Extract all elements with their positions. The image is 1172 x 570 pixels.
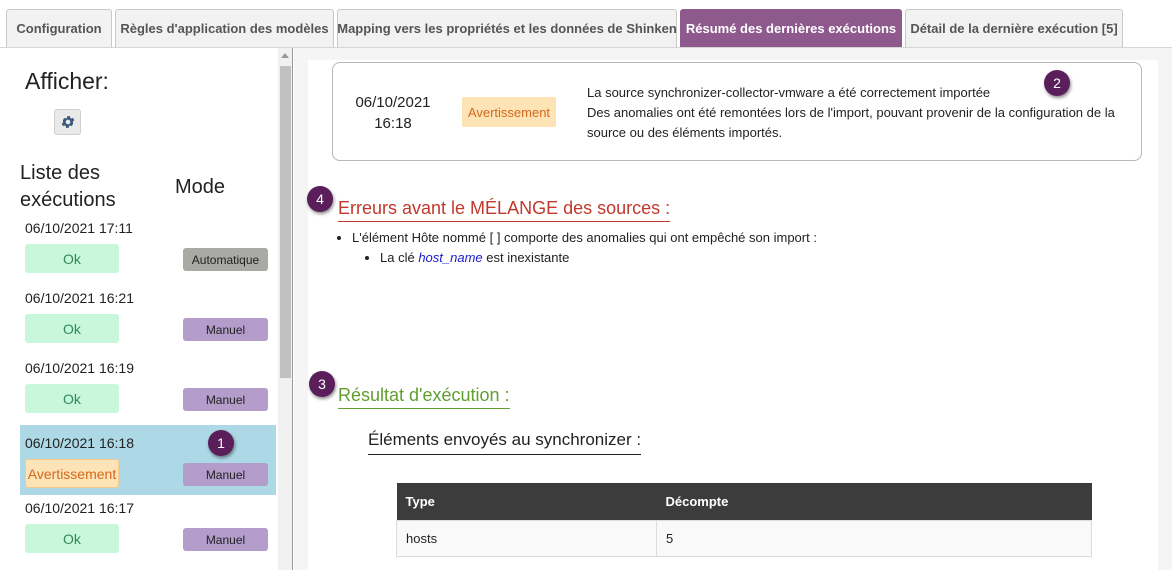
run-date: 06/10/2021 16:21 <box>25 290 134 306</box>
table-cell-type: hosts <box>396 519 657 557</box>
tab-model-rules[interactable]: Règles d'application des modèles <box>115 9 334 47</box>
result-section-title: Résultat d'exécution : <box>338 385 510 409</box>
error-item-text: L'élément Hôte nommé [ ] comporte des an… <box>352 230 817 245</box>
main-panel: 06/10/2021 16:18 Avertissement La source… <box>294 48 1172 570</box>
display-settings-button[interactable] <box>54 109 81 135</box>
table-header-type: Type <box>396 483 657 520</box>
run-mode-badge: Automatique <box>183 248 268 271</box>
summary-date: 06/10/2021 16:18 <box>351 92 435 134</box>
runs-list-title: Liste des exécutions <box>20 162 116 211</box>
run-item-selected[interactable]: 06/10/2021 16:18 Avertissement Manuel 1 <box>20 425 276 495</box>
table-header-count: Décompte <box>656 483 1092 520</box>
summary-date-day: 06/10/2021 <box>355 94 431 111</box>
run-date: 06/10/2021 16:17 <box>25 500 134 516</box>
gear-icon <box>61 116 74 128</box>
errors-section-title: Erreurs avant le MÉLANGE des sources : <box>338 198 671 222</box>
table-cell-count: 5 <box>656 519 1092 557</box>
run-item[interactable]: 06/10/2021 16:21 Ok Manuel <box>20 280 276 350</box>
run-date: 06/10/2021 16:18 <box>25 435 134 451</box>
errors-list: L'élément Hôte nommé [ ] comporte des an… <box>352 228 817 268</box>
run-status-badge: Ok <box>25 384 119 413</box>
run-mode-badge: Manuel <box>183 318 268 341</box>
run-status-badge: Ok <box>25 314 119 343</box>
table-row: hosts 5 <box>396 519 1092 557</box>
tab-last-runs-summary[interactable]: Résumé des dernières exécutions <box>680 9 902 47</box>
mode-column-title: Mode <box>175 176 226 198</box>
run-item[interactable]: 06/10/2021 16:19 Ok Manuel <box>20 350 276 420</box>
step-marker-3: 3 <box>309 371 335 397</box>
error-subitem: La clé host_name est inexistante <box>380 248 817 268</box>
table-header-row: Type Décompte <box>396 483 1092 520</box>
tab-mapping[interactable]: Mapping vers les propriétés et les donné… <box>337 9 677 47</box>
error-key-name: host_name <box>418 250 483 265</box>
summary-message-line2: Des anomalies ont été remontées lors de … <box>587 105 1115 140</box>
step-marker-2: 2 <box>1044 70 1070 96</box>
run-summary-card: 06/10/2021 16:18 Avertissement La source… <box>332 62 1142 161</box>
step-marker-1: 1 <box>208 430 234 456</box>
summary-date-time: 16:18 <box>374 115 412 132</box>
run-mode-badge: Manuel <box>183 528 268 551</box>
step-marker-4: 4 <box>307 186 333 212</box>
run-summary-content: 06/10/2021 16:18 Avertissement La source… <box>307 60 1158 570</box>
scrollbar-thumb[interactable] <box>280 66 291 378</box>
run-date: 06/10/2021 16:19 <box>25 360 134 376</box>
run-item[interactable]: 06/10/2021 17:11 Ok Automatique <box>20 210 276 280</box>
sent-elements-title: Éléments envoyés au synchronizer : <box>368 430 642 455</box>
run-status-badge: Avertissement <box>25 459 119 488</box>
run-item[interactable]: 06/10/2021 16:17 Ok Manuel <box>20 490 276 560</box>
run-status-badge: Ok <box>25 524 119 553</box>
run-date: 06/10/2021 17:11 <box>25 220 133 236</box>
scroll-up-arrow-icon[interactable] <box>281 53 289 58</box>
error-subitem-suffix: est inexistante <box>482 250 570 265</box>
summary-status-badge: Avertissement <box>462 97 556 127</box>
runs-sidebar: Afficher: Liste des exécutions Mode 06/1… <box>0 48 278 570</box>
error-subitem-prefix: La clé <box>380 250 419 265</box>
error-item: L'élément Hôte nommé [ ] comporte des an… <box>352 228 817 268</box>
run-mode-badge: Manuel <box>183 388 268 411</box>
sidebar-scrollbar[interactable] <box>278 48 293 570</box>
display-label: Afficher: <box>25 68 109 94</box>
sent-elements-table: Type Décompte hosts 5 <box>396 483 1092 557</box>
run-mode-badge: Manuel <box>183 463 268 486</box>
tab-bar: Configuration Règles d'application des m… <box>0 0 1172 48</box>
tab-configuration[interactable]: Configuration <box>6 9 112 47</box>
tab-last-run-detail[interactable]: Détail de la dernière exécution [5] <box>905 9 1123 47</box>
run-status-badge: Ok <box>25 244 119 273</box>
